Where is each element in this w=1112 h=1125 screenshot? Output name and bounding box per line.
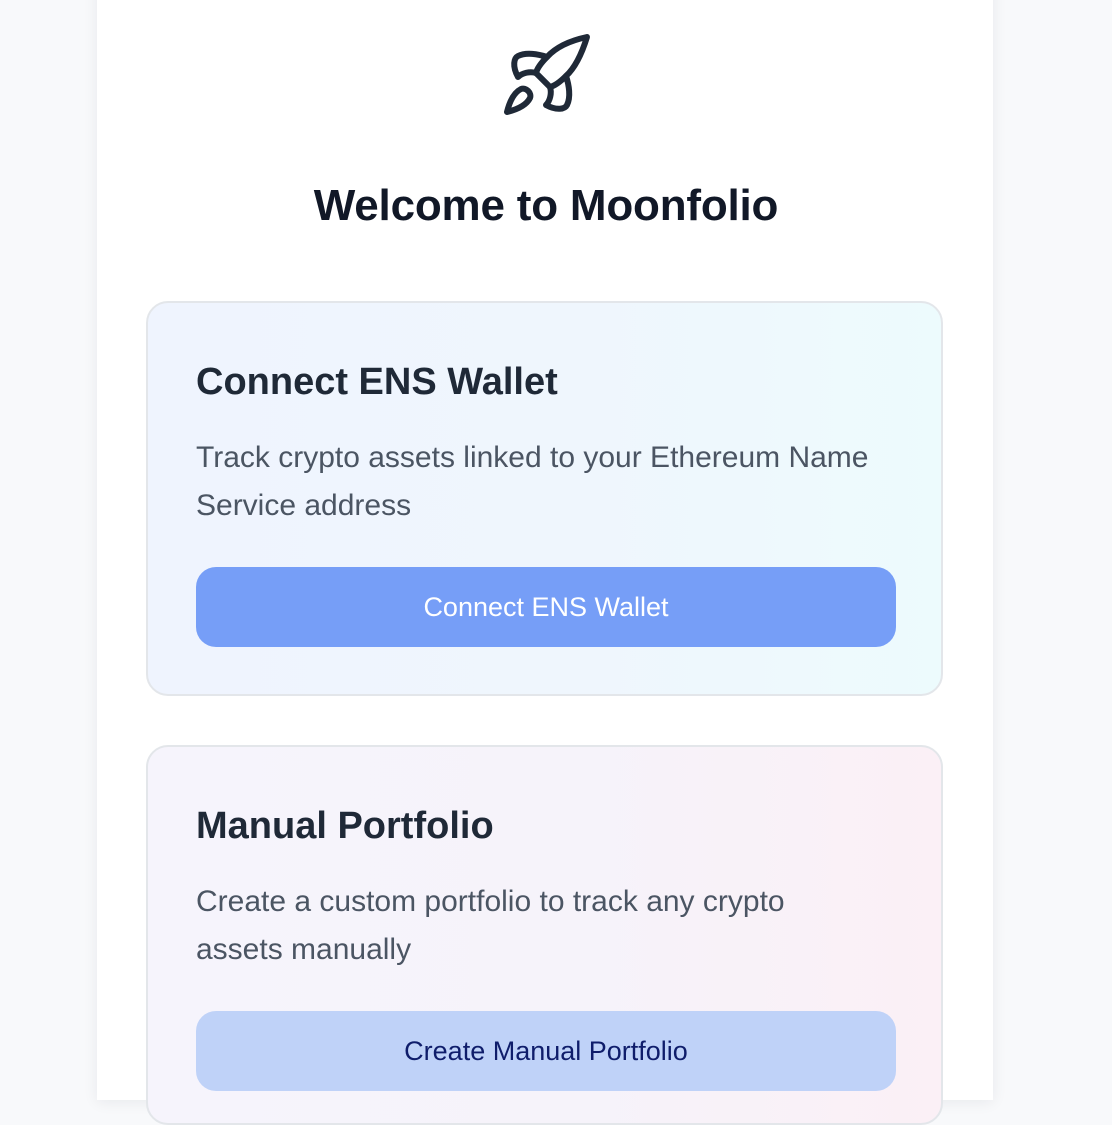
manual-portfolio-card: Manual Portfolio Create a custom portfol… xyxy=(146,745,943,1125)
connect-ens-wallet-button[interactable]: Connect ENS Wallet xyxy=(196,567,896,647)
manual-card-description: Create a custom portfolio to track any c… xyxy=(196,885,785,966)
ens-card-description: Track crypto assets linked to your Ether… xyxy=(196,441,869,522)
ens-wallet-card: Connect ENS Wallet Track crypto assets l… xyxy=(146,301,943,696)
page-title: Welcome to Moonfolio xyxy=(313,181,779,230)
rocket-icon xyxy=(504,34,590,115)
ens-card-title: Connect ENS Wallet xyxy=(196,361,558,403)
manual-card-title: Manual Portfolio xyxy=(196,805,494,847)
create-manual-portfolio-button[interactable]: Create Manual Portfolio xyxy=(196,1011,896,1091)
